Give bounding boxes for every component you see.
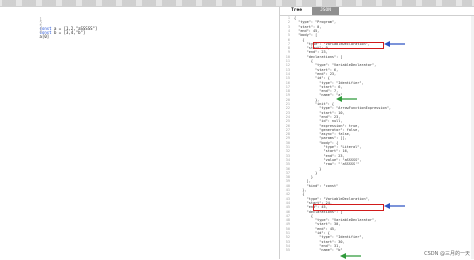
tab-json[interactable]: JSON (312, 7, 339, 15)
window-tab-strip (0, 0, 474, 7)
green-arrow-icon (336, 96, 357, 102)
highlight-box (313, 42, 384, 49)
code-line: 4 (1, 20, 43, 34)
json-line-number: 55 (285, 248, 290, 253)
viewer-tab-bar: Tree JSON (280, 7, 474, 16)
code-text: b = [3,4,"b"] (51, 30, 86, 35)
tab-tree[interactable]: Tree (283, 7, 310, 15)
code-editor[interactable]: 1 const a = [1,2,"aSSSSS"] 2 const b = [… (0, 7, 280, 259)
browser-tabs[interactable] (2, 0, 472, 6)
highlight-box (313, 204, 384, 211)
json-output[interactable]: 1{2 "type": "Program", 3 "start": 0, 4 "en… (280, 16, 474, 259)
json-line-text: "name": "b" (294, 248, 343, 253)
ast-viewer: Tree JSON 1{2 "type": "Program", 3 "start… (280, 7, 474, 259)
line-number: 4 (39, 29, 42, 34)
code-text: a[0] (39, 34, 50, 39)
blue-arrow-icon (384, 203, 405, 209)
blue-arrow-icon (384, 41, 405, 47)
watermark: CSDN @三月的一天 (424, 251, 470, 257)
